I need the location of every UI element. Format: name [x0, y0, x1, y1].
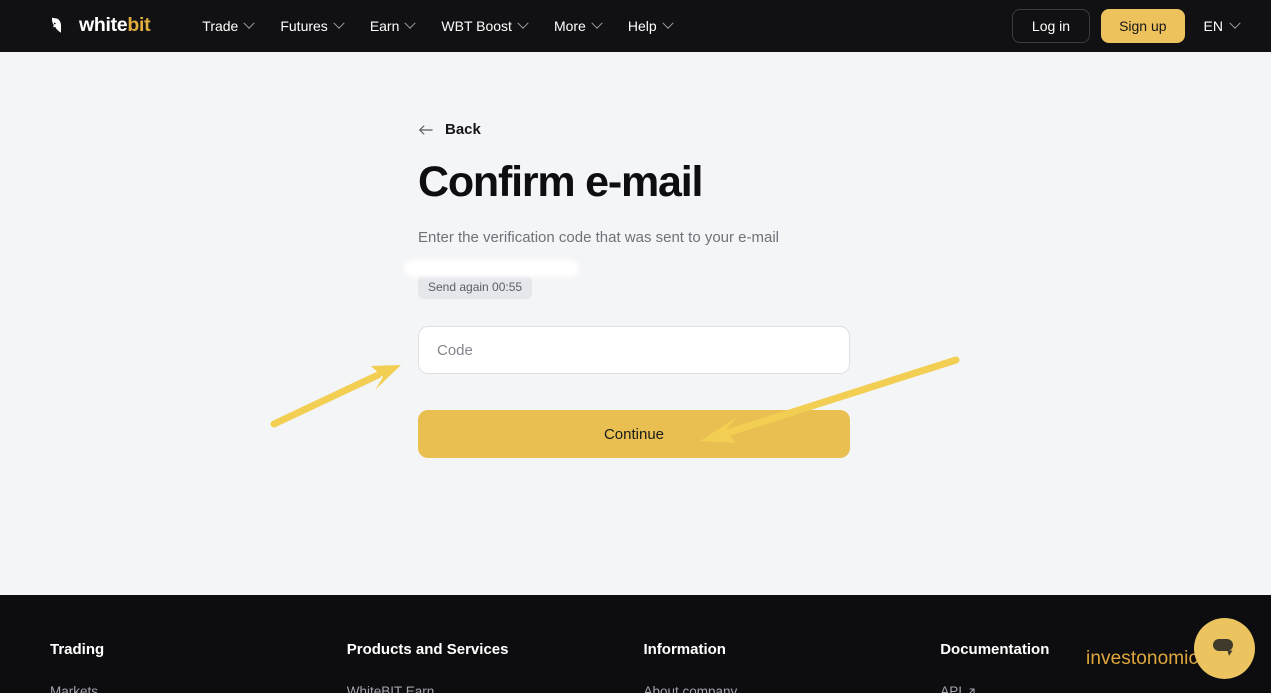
chevron-down-icon	[661, 17, 674, 29]
chat-bubble-icon	[1213, 639, 1233, 656]
chevron-down-icon	[517, 17, 529, 29]
footer-heading: Information	[643, 641, 726, 658]
page-root: whitebit Trade Futures Earn WBT Boost Mo…	[0, 0, 1271, 693]
nav-label: Earn	[369, 18, 400, 34]
nav-item-wbt-boost[interactable]: WBT Boost	[428, 11, 540, 41]
footer-column-trading: Trading Markets	[50, 641, 347, 693]
language-label: EN	[1203, 18, 1223, 34]
signup-button[interactable]: Sign up	[1101, 9, 1185, 43]
logo-text-accent: bit	[127, 14, 151, 37]
footer-columns: Trading Markets Products and Services Wh…	[50, 641, 1200, 693]
nav-item-help[interactable]: Help	[615, 11, 685, 41]
chevron-down-icon	[243, 17, 256, 29]
arrow-left-icon	[419, 124, 433, 135]
nav-label: Trade	[202, 18, 239, 34]
footer-link-api[interactable]: API	[940, 684, 976, 693]
footer-link-whitebit-earn[interactable]: WhiteBIT Earn	[347, 684, 435, 693]
chevron-down-icon	[404, 17, 417, 29]
site-footer: Trading Markets Products and Services Wh…	[0, 595, 1271, 693]
chevron-down-icon	[1229, 17, 1241, 29]
chevron-down-icon	[591, 17, 603, 29]
login-button[interactable]: Log in	[1011, 9, 1091, 43]
chevron-down-icon	[333, 17, 345, 29]
language-selector[interactable]: EN	[1196, 12, 1243, 40]
nav-item-trade[interactable]: Trade	[189, 11, 266, 41]
nav-label: Futures	[280, 18, 328, 34]
page-subtitle: Enter the verification code that was sen…	[418, 226, 838, 249]
back-link[interactable]: Back	[418, 121, 481, 138]
footer-link-label: API	[940, 684, 962, 693]
footer-link-about-company[interactable]: About company	[643, 684, 737, 693]
code-input[interactable]	[418, 326, 850, 375]
footer-column-information: Information About company	[643, 641, 940, 693]
nav-label: Help	[627, 18, 657, 34]
continue-button[interactable]: Continue	[418, 410, 850, 459]
external-link-icon	[969, 688, 975, 693]
confirm-email-form: Back Confirm e-mail Enter the verificati…	[404, 121, 850, 459]
nav-label: WBT Boost	[441, 18, 512, 34]
footer-link-label: Markets	[50, 684, 99, 693]
footer-link-label: About company	[643, 684, 738, 693]
main-content: Back Confirm e-mail Enter the verificati…	[0, 52, 1271, 595]
subtitle-text: Enter the verification code that was sen…	[418, 229, 780, 247]
footer-heading: Trading	[50, 641, 105, 658]
footer-column-products-services: Products and Services WhiteBIT Earn	[347, 641, 644, 693]
logo-text-primary: white	[79, 14, 128, 37]
main-navigation: Trade Futures Earn WBT Boost More Help	[189, 11, 684, 41]
nav-label: More	[553, 18, 586, 34]
footer-link-markets[interactable]: Markets	[50, 684, 98, 693]
footer-link-label: WhiteBIT Earn	[346, 684, 435, 693]
back-label: Back	[445, 121, 481, 138]
nav-item-more[interactable]: More	[541, 11, 614, 41]
nav-item-futures[interactable]: Futures	[267, 11, 355, 41]
page-title: Confirm e-mail	[418, 158, 703, 206]
email-redaction-overlay	[404, 260, 579, 277]
send-again-badge: Send again 00:55	[418, 275, 533, 300]
nav-item-earn[interactable]: Earn	[357, 11, 428, 41]
chat-support-button[interactable]	[1194, 618, 1255, 679]
header-actions: Log in Sign up EN	[1011, 9, 1243, 43]
whitebit-logo[interactable]: whitebit	[50, 14, 151, 37]
whitebit-bull-logo-icon	[51, 17, 61, 33]
footer-heading: Products and Services	[346, 641, 509, 658]
site-header: whitebit Trade Futures Earn WBT Boost Mo…	[0, 0, 1271, 52]
